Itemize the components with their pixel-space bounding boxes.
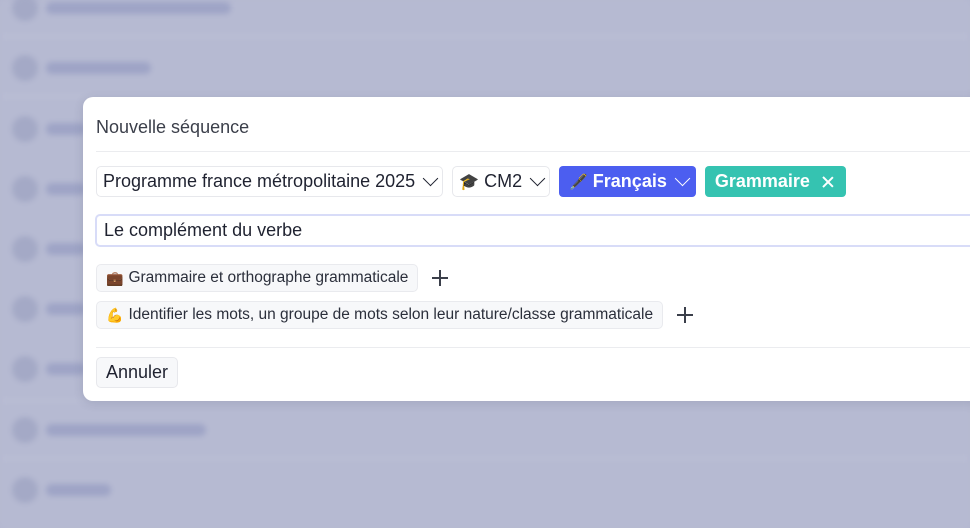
list-divider [0, 36, 970, 37]
new-sequence-modal: Nouvelle séquence Programme france métro… [83, 97, 970, 401]
list-divider [0, 458, 970, 459]
list-item [6, 50, 970, 86]
chevron-down-icon [674, 170, 691, 187]
list-item [6, 412, 970, 448]
plus-icon[interactable] [677, 307, 694, 323]
modal-title: Nouvelle séquence [96, 117, 250, 137]
level-select-value: CM2 [484, 171, 523, 191]
level-select[interactable]: 🎓 CM2 [452, 166, 551, 197]
domain-tag-label: Grammaire [714, 171, 810, 191]
subject-select-value: Français [592, 171, 667, 191]
subject-select[interactable]: 🖋️ Français [559, 166, 696, 197]
footer-divider [96, 347, 970, 348]
chevron-down-icon [422, 170, 439, 187]
graduation-cap-icon: 🎓 [459, 173, 480, 191]
tag-label: Grammaire et orthographe grammaticale [128, 269, 409, 286]
list-item [6, 472, 970, 508]
header-divider [96, 151, 970, 152]
briefcase-icon: 💼 [106, 269, 124, 286]
tag-chip: 💪 Identifier les mots, un groupe de mots… [96, 301, 664, 329]
list-item [6, 0, 970, 26]
competence-tag-row: 💼 Grammaire et orthographe grammaticale [96, 264, 449, 292]
domain-tag: Grammaire [704, 166, 846, 197]
program-select[interactable]: Programme france métropolitaine 2025 [96, 166, 444, 197]
close-icon[interactable] [822, 176, 834, 188]
sequence-title-input[interactable] [95, 214, 970, 247]
program-select-value: Programme france métropolitaine 2025 [103, 171, 416, 191]
tag-chip: 💼 Grammaire et orthographe grammaticale [96, 264, 419, 292]
flexed-biceps-icon: 💪 [106, 306, 124, 323]
filters-row: Programme france métropolitaine 2025 🎓 C… [96, 166, 846, 197]
pen-icon: 🖋️ [569, 173, 588, 191]
objective-tag-row: 💪 Identifier les mots, un groupe de mots… [96, 301, 694, 329]
cancel-button[interactable]: Annuler [96, 357, 179, 388]
tag-label: Identifier les mots, un groupe de mots s… [128, 306, 654, 323]
chevron-down-icon [529, 170, 546, 187]
plus-icon[interactable] [432, 270, 449, 286]
